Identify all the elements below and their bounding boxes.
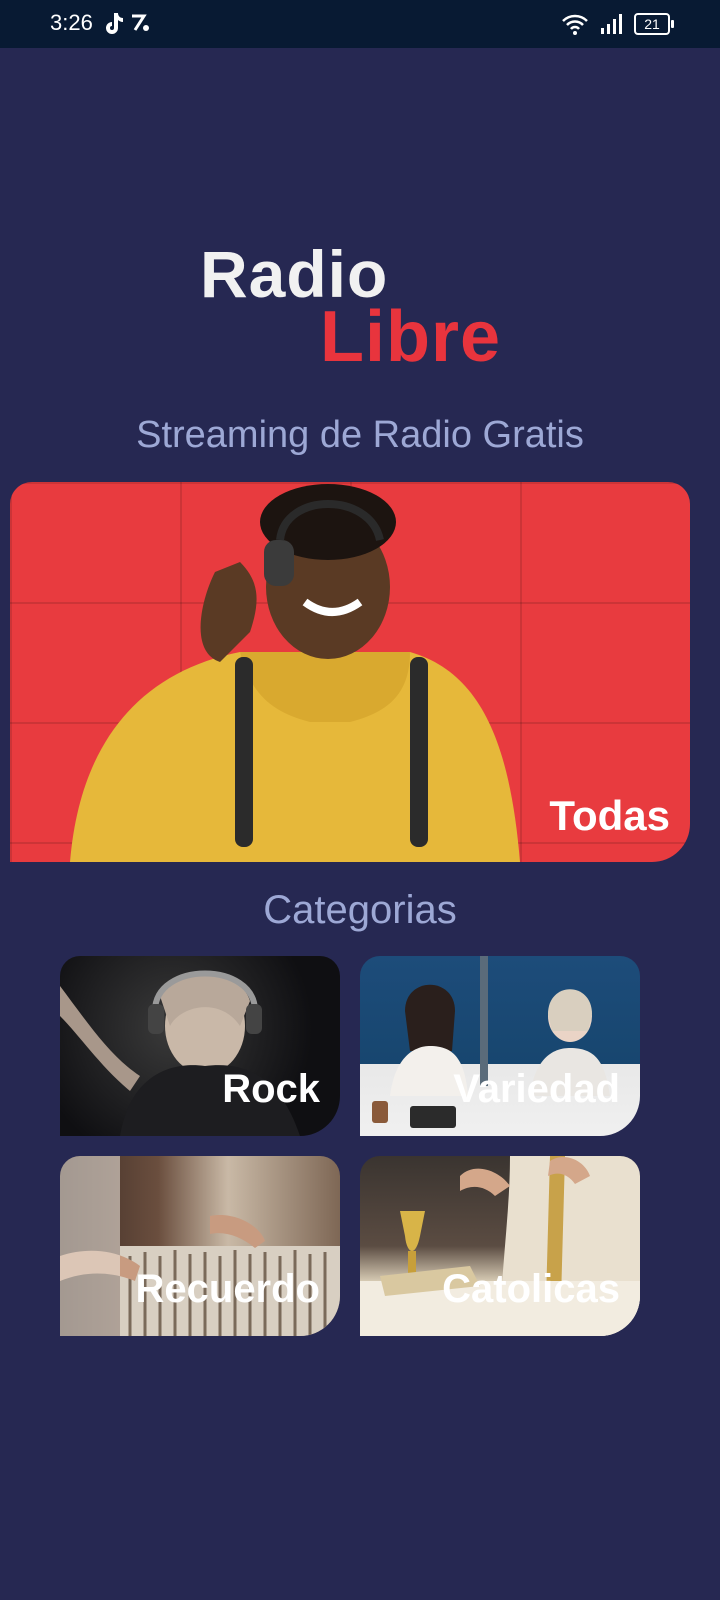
notification-icons xyxy=(104,10,154,41)
logo-libre-text: Libre xyxy=(320,297,502,377)
tiktok-icon xyxy=(106,13,123,34)
all-stations-card[interactable]: Todas xyxy=(10,482,690,862)
signal-icon xyxy=(601,14,622,34)
category-rock-card[interactable]: Rock xyxy=(60,956,340,1136)
status-time: 3:26 xyxy=(50,10,93,35)
category-variedad-card[interactable]: Variedad xyxy=(360,956,640,1136)
battery-icon: 21 xyxy=(634,13,674,35)
category-catolicas-card[interactable]: Catolicas xyxy=(360,1156,640,1336)
radio-libre-logo: Radio Libre xyxy=(200,236,520,377)
category-rock-label: Rock xyxy=(222,1067,320,1111)
all-stations-label: Todas xyxy=(549,792,670,839)
category-variedad-label: Variedad xyxy=(453,1067,620,1111)
categories-heading: Categorias xyxy=(263,888,457,932)
wifi-icon xyxy=(562,14,588,35)
category-recuerdo-card[interactable]: Recuerdo xyxy=(60,1156,340,1336)
status-bar: 3:26 21 xyxy=(0,0,720,48)
category-recuerdo-label: Recuerdo xyxy=(135,1267,321,1311)
app-notification-icon xyxy=(132,14,149,31)
category-catolicas-label: Catolicas xyxy=(442,1267,620,1311)
app-subtitle: Streaming de Radio Gratis xyxy=(136,414,584,456)
status-icons: 21 xyxy=(560,12,674,36)
